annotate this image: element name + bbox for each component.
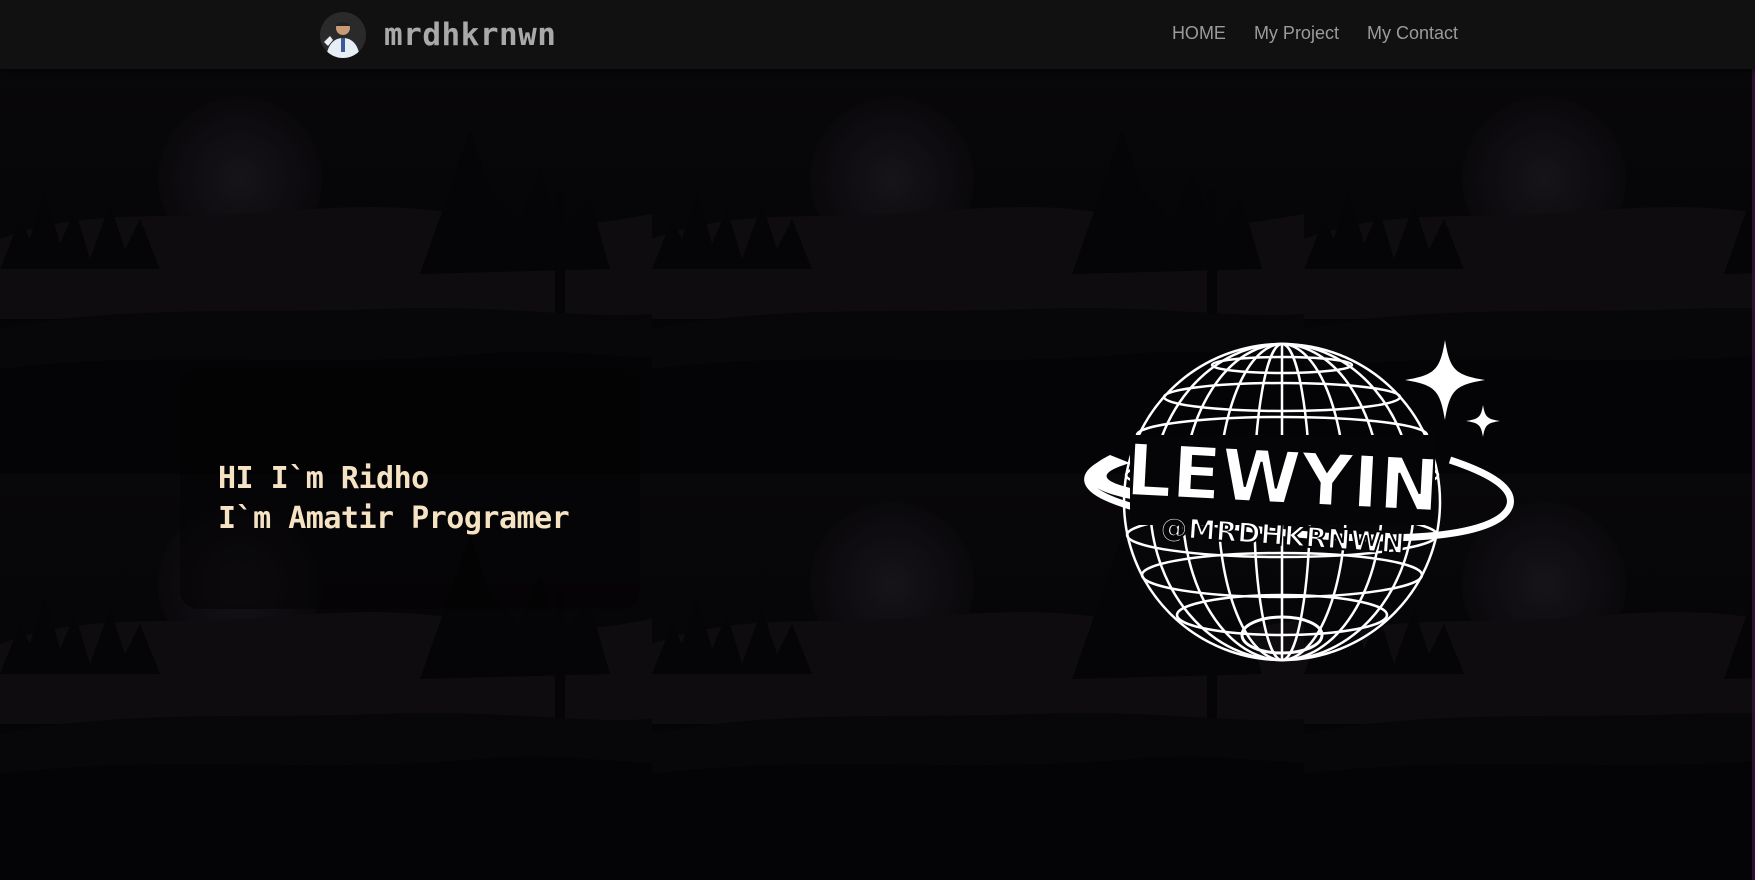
nav-link-my-project[interactable]: My Project <box>1254 23 1339 44</box>
intro-line-2: I`m Amatir Programer <box>218 501 570 536</box>
nav-link-home[interactable]: HOME <box>1172 23 1226 44</box>
brand-name: mrdhkrnwn <box>384 17 557 53</box>
nav-menu: HOME My Project My Contact <box>1172 23 1458 44</box>
intro-line-1: HI I`m Ridho <box>218 461 429 496</box>
navbar: mrdhkrnwn HOME My Project My Contact <box>0 0 1755 69</box>
globe-logo-icon: LEWYIN @MRDHKRNWN <box>1060 335 1515 675</box>
hero-section: HI I`m Ridho I`m Amatir Programer LEWYIN… <box>0 69 1755 880</box>
brand[interactable]: mrdhkrnwn <box>320 12 557 58</box>
intro-text: HI I`m Ridho I`m Amatir Programer <box>218 459 570 539</box>
nav-link-my-contact[interactable]: My Contact <box>1367 23 1458 44</box>
avatar <box>320 12 366 58</box>
